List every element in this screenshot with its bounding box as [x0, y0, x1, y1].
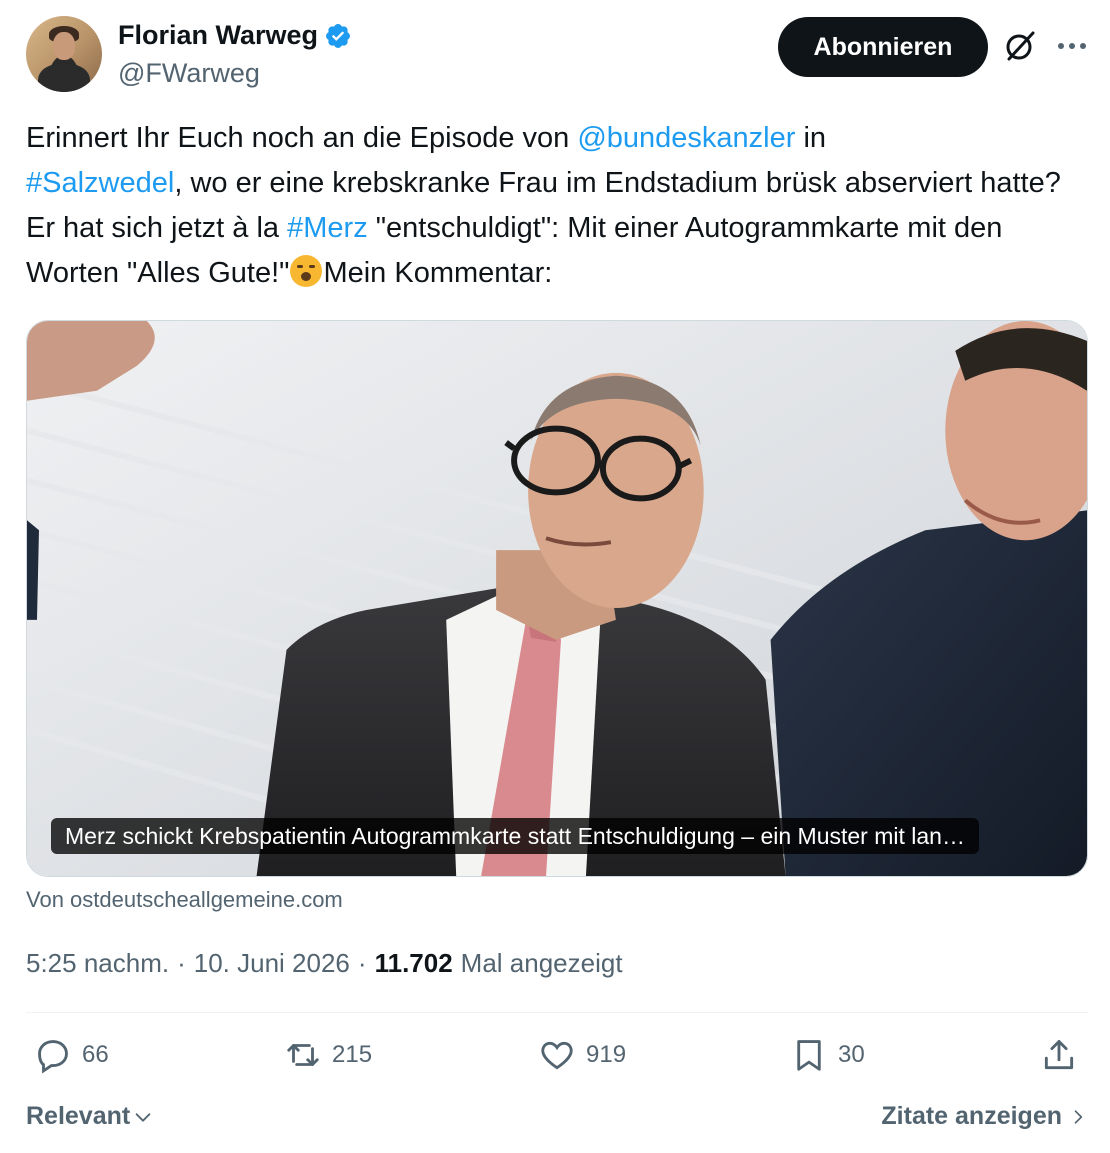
display-name[interactable]: Florian Warweg	[118, 20, 318, 51]
quotes-label: Zitate anzeigen	[881, 1102, 1062, 1130]
article-photo	[27, 321, 1087, 876]
tweet-text: Erinnert Ihr Euch noch an die Episode vo…	[26, 116, 1076, 296]
divider	[26, 1012, 1088, 1013]
follow-button[interactable]: Abonnieren	[778, 17, 988, 77]
tweet-time[interactable]: 5:25 nachm.	[26, 948, 169, 979]
card-caption[interactable]: Merz schickt Krebspatientin Autogrammkar…	[51, 818, 979, 854]
view-quotes-link[interactable]: Zitate anzeigen	[881, 1102, 1088, 1131]
tweet-meta: 5:25 nachm. · 10. Juni 2026 · 11.702 Mal…	[26, 948, 623, 979]
mention-link[interactable]: @bundeskanzler	[577, 122, 795, 154]
like-button[interactable]: 919	[538, 1036, 626, 1074]
hashtag-link[interactable]: #Salzwedel	[26, 167, 174, 199]
views-count: 11.702	[374, 948, 453, 978]
meta-separator: ·	[357, 948, 367, 978]
sort-dropdown[interactable]: Relevant	[26, 1102, 154, 1131]
tweet-text-part: Erinnert Ihr Euch noch an die Episode vo…	[26, 122, 578, 154]
chevron-right-icon	[1074, 1109, 1083, 1124]
tweet-text-part: in	[795, 122, 827, 154]
avatar-body	[38, 64, 90, 92]
avatar-face	[53, 32, 75, 60]
avatar[interactable]	[26, 16, 102, 92]
tweet-text-part: Mein Kommentar:	[323, 257, 553, 289]
views-label: Mal angezeigt	[460, 948, 623, 978]
reply-footer: Relevant Zitate anzeigen	[26, 1100, 1088, 1140]
grok-icon[interactable]	[1002, 28, 1038, 64]
card-source[interactable]: Von ostdeutscheallgemeine.com	[26, 887, 343, 913]
repost-icon	[287, 1044, 319, 1066]
reply-count: 66	[82, 1041, 109, 1068]
user-handle[interactable]: @FWarweg	[118, 58, 260, 89]
reply-icon	[38, 1040, 68, 1074]
share-button[interactable]	[1040, 1036, 1078, 1074]
bookmark-count: 30	[838, 1041, 865, 1068]
action-bar: 66 215 919 30	[26, 1036, 1088, 1084]
verified-badge-icon	[326, 23, 350, 48]
tweet-date[interactable]: 10. Juni 2026	[194, 948, 350, 979]
bookmark-icon	[797, 1040, 821, 1071]
link-preview-card[interactable]: Merz schickt Krebspatientin Autogrammkar…	[26, 320, 1088, 877]
more-options-icon[interactable]	[1056, 34, 1088, 58]
hashtag-link[interactable]: #Merz	[287, 212, 368, 244]
share-icon	[1044, 1040, 1074, 1070]
like-count: 919	[586, 1041, 627, 1068]
repost-count: 215	[332, 1041, 373, 1068]
reply-button[interactable]: 66	[34, 1036, 109, 1074]
surprised-face-emoji-icon	[290, 255, 323, 287]
name-row: Florian Warweg	[118, 20, 352, 51]
sort-label: Relevant	[26, 1102, 131, 1130]
meta-separator: ·	[177, 948, 186, 978]
repost-button[interactable]: 215	[284, 1036, 372, 1074]
heart-icon	[541, 1041, 573, 1070]
chevron-down-icon	[135, 1112, 151, 1122]
bookmark-button[interactable]: 30	[790, 1036, 865, 1074]
tweet-header: Florian Warweg @FWarweg Abonnieren	[26, 16, 1090, 96]
